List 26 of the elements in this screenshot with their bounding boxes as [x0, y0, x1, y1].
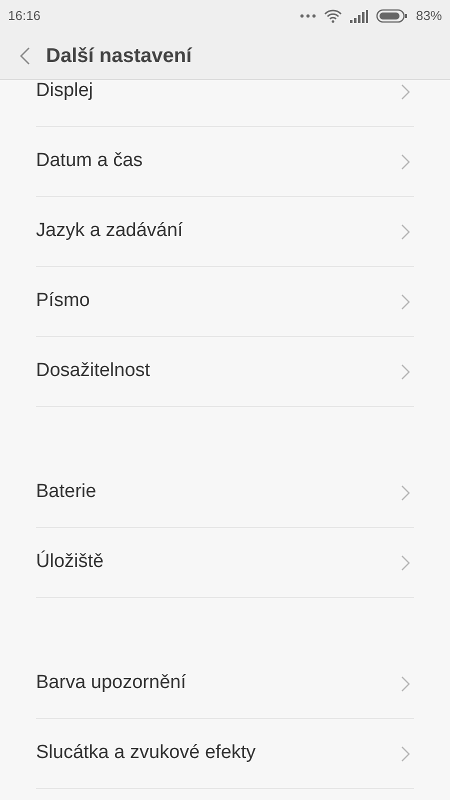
back-button[interactable] — [20, 46, 30, 64]
chevron-icon — [401, 364, 410, 380]
settings-item[interactable]: Baterie — [36, 458, 414, 528]
signal-icon — [350, 10, 368, 22]
page-title: Další nastavení — [46, 44, 192, 68]
chevron-icon — [401, 746, 410, 762]
settings-item[interactable]: Datum a čas — [36, 127, 414, 197]
chevron-icon — [401, 676, 410, 692]
chevron-icon — [401, 294, 410, 310]
settings-item[interactable]: Úložiště — [36, 528, 414, 598]
wifi-icon — [324, 9, 342, 23]
chevron-icon — [401, 84, 410, 100]
battery-icon — [376, 9, 408, 23]
battery-percent: 83% — [416, 7, 442, 26]
more-dots-icon — [300, 14, 316, 18]
chevron-icon — [401, 154, 410, 170]
settings-item[interactable]: Barva upozornění — [36, 649, 414, 719]
chevron-icon — [401, 224, 410, 240]
chevron-icon — [401, 484, 410, 500]
settings-item[interactable]: Slucátka a zvukové efekty — [36, 719, 414, 789]
settings-item[interactable]: Displej — [36, 80, 414, 127]
settings-item[interactable]: Dosažitelnost — [36, 337, 414, 407]
settings-item[interactable]: Jazyk a zadávání — [36, 197, 414, 267]
chevron-icon — [401, 554, 410, 570]
status-time: 16:16 — [8, 7, 41, 26]
settings-item[interactable]: Písmo — [36, 267, 414, 337]
